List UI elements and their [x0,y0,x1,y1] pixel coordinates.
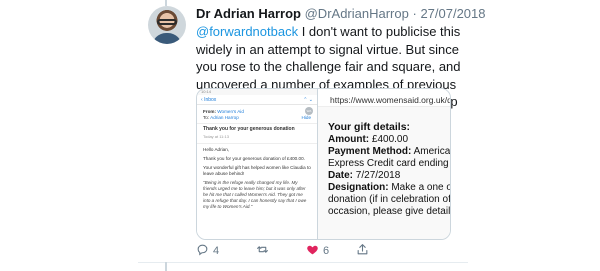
like-button[interactable]: 6 [306,243,329,259]
receipt-content: Your gift details: Amount: £400.00 Payme… [318,107,451,218]
tweet-actions: 4 6 [196,243,476,257]
inbox-back-link: ‹ Inbox [201,97,217,103]
receipt-amount: Amount: £400.00 [328,134,409,145]
retweet-button[interactable] [256,243,273,259]
like-count: 6 [323,245,330,257]
email-subject: Thank you for your generous donation [197,123,317,134]
email-quote: "Being in the refuge really changed my l… [203,180,307,209]
thread-line-bottom [165,262,167,271]
mention-link[interactable]: @forwardnotback [196,24,298,39]
receipt-designation-cont1: donation (if in celebration of [328,194,451,205]
tweet-header: Dr Adrian Harrop @DrAdrianHarrop · 27/07… [196,6,486,21]
receipt-url: https://www.womensaid.org.uk/do [318,89,450,107]
receipt-payment: Payment Method: American [328,146,451,157]
email-nav: ‹ Inbox ⌃ ⌄ [197,95,317,105]
sender-badge: WA [305,107,313,115]
header-separator: · [412,6,417,21]
share-icon [356,243,369,259]
receipt-date: Date: 7/27/2018 [328,170,401,181]
email-body: Hello Adrian, Thank you for your generou… [197,144,317,216]
avatar[interactable] [148,6,186,44]
avatar-glasses [157,19,177,25]
reply-button[interactable]: 4 [196,243,219,259]
tweet-date[interactable]: 27/07/2018 [420,6,485,21]
email-meta: From: Women's Aid To: Adrian Harrop Hide… [197,105,317,123]
receipt-title: Your gift details: [328,121,411,133]
retweet-icon [256,243,269,259]
receipt-designation-cont2: occasion, please give details [328,206,451,217]
receipt-designation: Designation: Make a one of [328,182,451,193]
share-button[interactable] [356,243,373,259]
email-to: To: Adrian Harrop [203,115,239,120]
media-attachment[interactable]: 10:14 ‹ Inbox ⌃ ⌄ From: Women's Aid To: … [196,88,451,240]
receipt-screenshot[interactable]: https://www.womensaid.org.uk/do Your gif… [318,89,451,239]
email-impact: Your wonderful gift has helped women lik… [203,165,311,176]
author-name[interactable]: Dr Adrian Harrop [196,6,301,21]
hide-link: Hide [301,115,311,120]
avatar-shirt [152,33,182,44]
tweet-separator [138,262,468,263]
nav-arrows-icon: ⌃ ⌄ [303,97,313,103]
email-time: Today at 11:13 [197,134,317,144]
author-handle[interactable]: @DrAdrianHarrop [305,6,409,21]
receipt-payment-cont: Express Credit card ending i [328,158,451,169]
reply-count: 4 [213,245,220,257]
email-greeting: Hello Adrian, [203,147,230,152]
heart-icon [306,243,319,259]
email-screenshot[interactable]: 10:14 ‹ Inbox ⌃ ⌄ From: Women's Aid To: … [197,89,317,239]
reply-icon [196,243,209,259]
email-thanks: Thank you for your generous donation of … [203,156,305,161]
